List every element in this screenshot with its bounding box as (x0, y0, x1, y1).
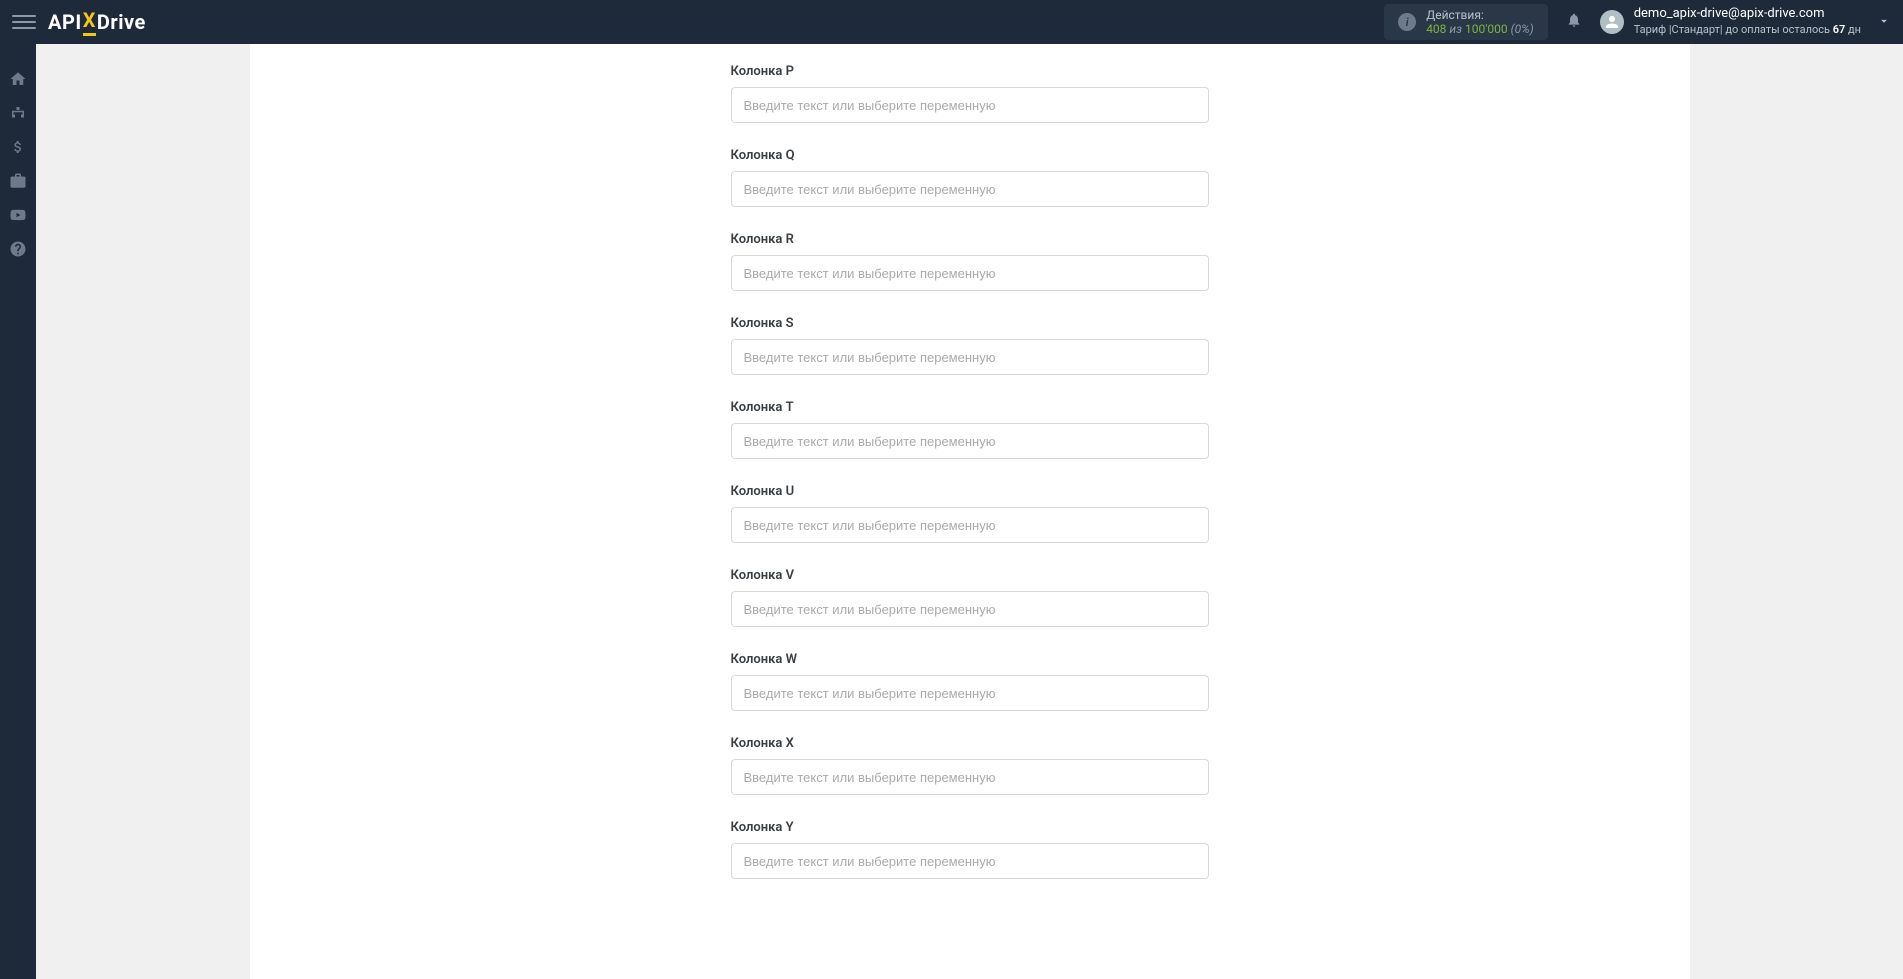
form-group-col-t: Колонка T (731, 400, 1209, 459)
input-col-v[interactable] (731, 591, 1209, 627)
label-col-y: Колонка Y (731, 820, 1209, 835)
top-header: APIXDrive i Действия: 408 из 100'000 (0%… (0, 0, 1903, 44)
hamburger-menu[interactable] (12, 10, 36, 34)
actions-label: Действия: (1426, 8, 1534, 22)
sidebar-item-integrations[interactable] (9, 104, 27, 122)
label-col-q: Колонка Q (731, 148, 1209, 163)
input-col-u[interactable] (731, 507, 1209, 543)
sidebar-item-toolbox[interactable] (9, 172, 27, 190)
sidebar-item-video[interactable] (9, 206, 27, 224)
chevron-down-icon (1877, 13, 1891, 32)
home-icon (9, 70, 27, 88)
actions-counter[interactable]: i Действия: 408 из 100'000 (0%) (1384, 4, 1548, 41)
logo[interactable]: APIXDrive (48, 8, 146, 36)
question-icon (9, 240, 27, 258)
label-col-p: Колонка P (731, 64, 1209, 79)
logo-part3: Drive (97, 10, 146, 34)
avatar (1600, 10, 1624, 34)
label-col-r: Колонка R (731, 232, 1209, 247)
form-group-col-s: Колонка S (731, 316, 1209, 375)
label-col-w: Колонка W (731, 652, 1209, 667)
input-col-r[interactable] (731, 255, 1209, 291)
left-sidebar (0, 44, 36, 979)
label-col-x: Колонка X (731, 736, 1209, 751)
input-col-t[interactable] (731, 423, 1209, 459)
form-group-col-y: Колонка Y (731, 820, 1209, 879)
label-col-s: Колонка S (731, 316, 1209, 331)
plan-days: 67 (1833, 23, 1846, 36)
user-info: demo_apix-drive@apix-drive.com Тариф |Ст… (1634, 6, 1861, 37)
form-group-col-q: Колонка Q (731, 148, 1209, 207)
input-col-w[interactable] (731, 675, 1209, 711)
form-column: Колонка P Колонка Q Колонка R Колонка S Коло… (731, 44, 1209, 939)
actions-percent: (0%) (1511, 22, 1534, 36)
actions-count: 408 (1426, 22, 1446, 36)
briefcase-icon (9, 172, 27, 190)
input-col-p[interactable] (731, 87, 1209, 123)
form-group-col-v: Колонка V (731, 568, 1209, 627)
header-right: i Действия: 408 из 100'000 (0%) demo_api… (1384, 4, 1891, 41)
actions-stats: 408 из 100'000 (0%) (1426, 22, 1534, 36)
actions-separator: из (1449, 22, 1462, 36)
form-group-col-r: Колонка R (731, 232, 1209, 291)
notifications-bell[interactable] (1566, 12, 1582, 32)
logo-part2: X (83, 8, 96, 36)
logo-part1: API (48, 10, 82, 34)
input-col-y[interactable] (731, 843, 1209, 879)
label-col-t: Колонка T (731, 400, 1209, 415)
sidebar-item-help[interactable] (9, 240, 27, 258)
plan-suffix: дн (1845, 23, 1861, 36)
form-group-col-p: Колонка P (731, 64, 1209, 123)
content-panel: Колонка P Колонка Q Колонка R Колонка S Коло… (250, 44, 1690, 979)
input-col-s[interactable] (731, 339, 1209, 375)
user-icon (1603, 13, 1621, 31)
actions-text: Действия: 408 из 100'000 (0%) (1426, 8, 1534, 37)
user-plan: Тариф |Стандарт| до оплаты осталось 67 д… (1634, 23, 1861, 37)
input-col-x[interactable] (731, 759, 1209, 795)
sidebar-item-home[interactable] (9, 70, 27, 88)
info-icon: i (1398, 13, 1416, 31)
label-col-u: Колонка U (731, 484, 1209, 499)
form-group-col-x: Колонка X (731, 736, 1209, 795)
user-email: demo_apix-drive@apix-drive.com (1634, 6, 1861, 23)
label-col-v: Колонка V (731, 568, 1209, 583)
actions-total: 100'000 (1465, 22, 1508, 36)
main-area: Колонка P Колонка Q Колонка R Колонка S Коло… (36, 44, 1903, 979)
bell-icon (1566, 12, 1582, 28)
form-group-col-u: Колонка U (731, 484, 1209, 543)
sidebar-item-billing[interactable] (9, 138, 27, 156)
dollar-icon (10, 139, 26, 155)
plan-prefix: Тариф |Стандарт| до оплаты осталось (1634, 23, 1833, 36)
user-menu[interactable]: demo_apix-drive@apix-drive.com Тариф |Ст… (1600, 6, 1891, 37)
form-group-col-w: Колонка W (731, 652, 1209, 711)
youtube-icon (9, 206, 27, 224)
input-col-q[interactable] (731, 171, 1209, 207)
sitemap-icon (9, 104, 27, 122)
